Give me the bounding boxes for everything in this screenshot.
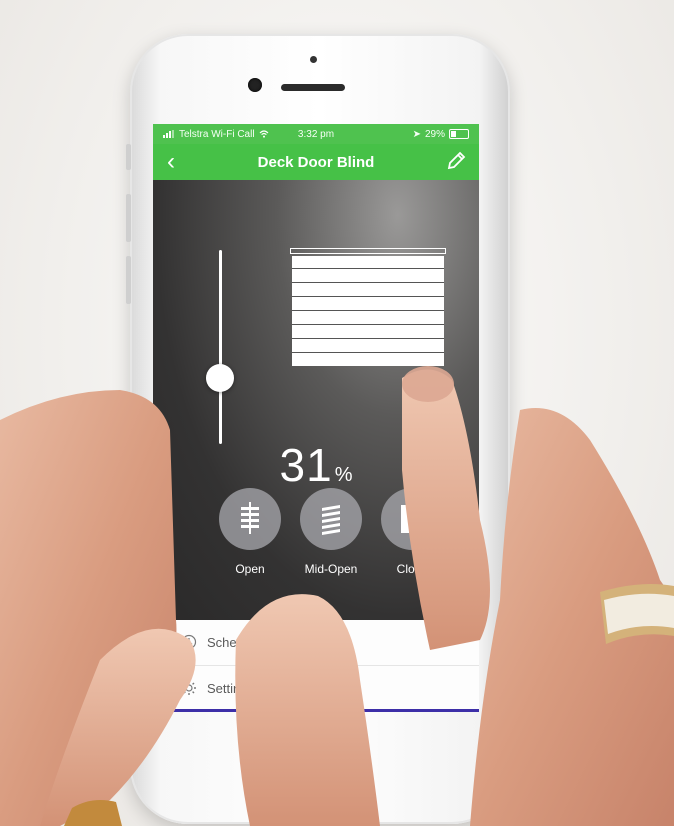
photo-scene: Telstra Wi-Fi Call 3:32 pm ➤ 29% ‹ Deck … xyxy=(0,0,674,826)
hands-overlay xyxy=(0,366,674,826)
right-thumb xyxy=(235,594,380,826)
right-index-finger xyxy=(402,369,490,650)
